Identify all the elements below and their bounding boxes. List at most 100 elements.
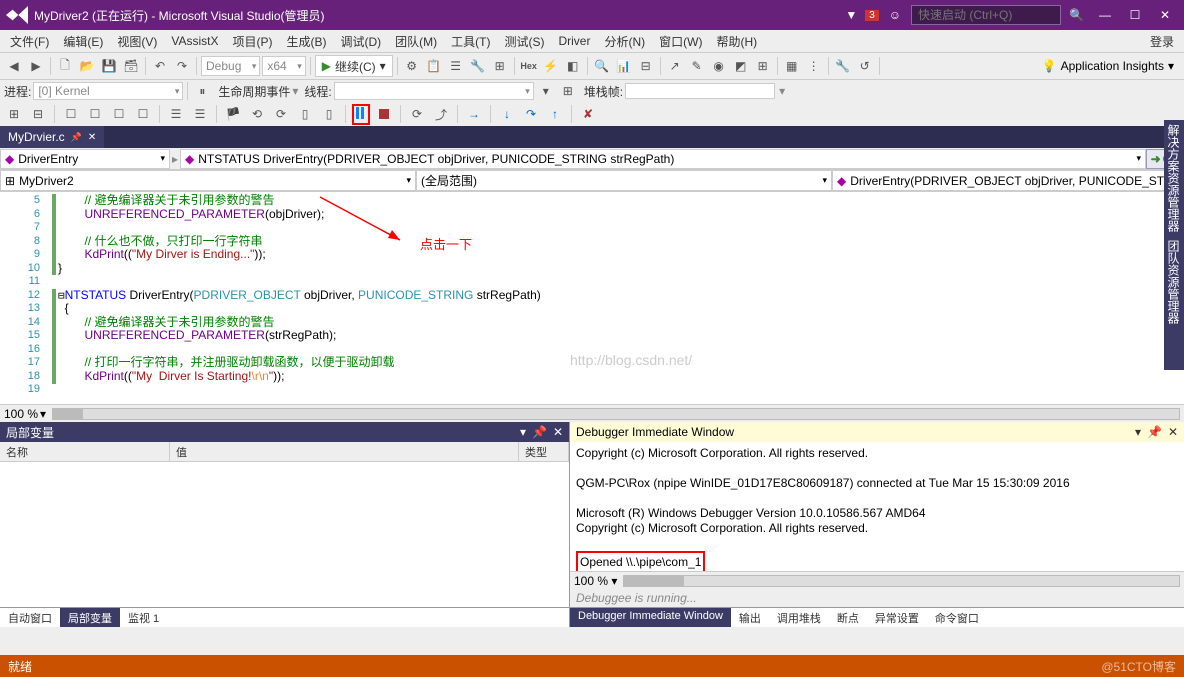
app-insights-button[interactable]: 💡Application Insights ▾ [1036, 59, 1180, 73]
nav-signature[interactable]: ◆NTSTATUS DriverEntry(PDRIVER_OBJECT obj… [180, 149, 1146, 169]
tb-icon[interactable]: ⊞ [753, 56, 773, 76]
tab-exceptions[interactable]: 异常设置 [867, 608, 927, 627]
menu-driver[interactable]: Driver [552, 32, 596, 50]
new-project-icon[interactable]: 🗋 [55, 56, 75, 76]
menu-view[interactable]: 视图(V) [111, 31, 163, 52]
scope-combo[interactable]: (全局范围) [416, 170, 832, 191]
function-combo[interactable]: ◆DriverEntry(PDRIVER_OBJECT objDriver, P… [832, 170, 1184, 191]
tb-icon[interactable]: 🔍 [592, 56, 612, 76]
menu-project[interactable]: 项目(P) [226, 31, 278, 52]
tb-icon[interactable]: ⟲ [247, 104, 267, 124]
stop-button[interactable] [374, 104, 394, 124]
config-combo[interactable]: Debug [201, 56, 260, 76]
menu-window[interactable]: 窗口(W) [653, 31, 708, 52]
tb-icon[interactable]: ✘ [578, 104, 598, 124]
tb-icon[interactable]: ☰ [446, 56, 466, 76]
step-icon[interactable]: → [464, 104, 484, 124]
platform-combo[interactable]: x64 [262, 56, 305, 76]
feedback-icon[interactable]: ☺ [889, 8, 901, 22]
tb-icon[interactable]: ⟳ [271, 104, 291, 124]
menu-test[interactable]: 测试(S) [498, 31, 550, 52]
tb-icon[interactable]: ☐ [133, 104, 153, 124]
code-editor[interactable]: 567 8910 111213 141516 171819 // 避免编译器关于… [0, 192, 1184, 404]
tb-icon[interactable]: ▯ [319, 104, 339, 124]
col-type[interactable]: 类型 [519, 442, 569, 461]
step-out-icon[interactable]: ↑ [545, 104, 565, 124]
tb-icon[interactable]: ✎ [687, 56, 707, 76]
close-icon[interactable]: ✕ [553, 425, 563, 439]
tab-output[interactable]: 输出 [731, 608, 769, 627]
process-combo[interactable]: [0] Kernel [33, 82, 183, 100]
pin-icon[interactable]: 📌 [532, 425, 547, 439]
menu-analyze[interactable]: 分析(N) [598, 31, 651, 52]
tb-icon[interactable]: 📊 [614, 56, 634, 76]
close-icon[interactable]: ✕ [1168, 425, 1178, 439]
login-link[interactable]: 登录 [1144, 31, 1180, 52]
tb-icon[interactable]: ⊞ [4, 104, 24, 124]
code-text[interactable]: // 避免编译器关于未引用参数的警告 UNREFERENCED_PARAMETE… [58, 192, 1184, 404]
tb-icon[interactable]: ⊞ [558, 81, 578, 101]
tab-close-icon[interactable]: ✕ [88, 132, 96, 143]
stackframe-input[interactable] [625, 83, 775, 99]
tb-icon[interactable]: ⟳ [407, 104, 427, 124]
tb-icon[interactable]: ◉ [709, 56, 729, 76]
tb-icon[interactable]: 🔧 [833, 56, 853, 76]
tb-icon[interactable]: ▦ [782, 56, 802, 76]
zoom-combo[interactable]: 100 % ▾ [4, 407, 46, 421]
tab-diw[interactable]: Debugger Immediate Window [570, 608, 731, 627]
nav-back-icon[interactable]: ◀ [4, 56, 24, 76]
minimize-button[interactable]: — [1092, 4, 1118, 26]
tb-icon[interactable]: ☐ [109, 104, 129, 124]
menu-help[interactable]: 帮助(H) [710, 31, 763, 52]
tb-icon[interactable]: ⤴ [431, 104, 451, 124]
saveall-icon[interactable]: 🗃 [121, 56, 141, 76]
tb-icon[interactable]: ⚡ [541, 56, 561, 76]
flag-icon[interactable]: 🏴 [223, 104, 243, 124]
tb-icon[interactable]: ↺ [855, 56, 875, 76]
tab-breakpoints[interactable]: 断点 [829, 608, 867, 627]
debugger-output[interactable]: Copyright (c) Microsoft Corporation. All… [570, 442, 1184, 571]
tab-cmdwin[interactable]: 命令窗口 [927, 608, 987, 627]
continue-button[interactable]: ▶继续(C) ▾ [315, 55, 393, 77]
locals-body[interactable] [0, 462, 569, 607]
tb-icon[interactable]: ☰ [166, 104, 186, 124]
tb-icon[interactable]: ⚙ [402, 56, 422, 76]
save-icon[interactable]: 💾 [99, 56, 119, 76]
notif-badge[interactable]: 3 [865, 10, 879, 21]
tb-icon[interactable]: ▾ [536, 81, 556, 101]
tab-autowin[interactable]: 自动窗口 [0, 608, 60, 627]
file-tab[interactable]: MyDrvier.c 📌 ✕ [0, 126, 104, 148]
rail-solution-explorer[interactable]: 解决方案资源管理器 [1166, 124, 1182, 232]
autohide-icon[interactable]: ▾ [1135, 425, 1141, 439]
menu-team[interactable]: 团队(M) [389, 31, 443, 52]
close-button[interactable]: ✕ [1152, 4, 1178, 26]
zoom-combo[interactable]: 100 % ▾ [574, 574, 617, 588]
menu-build[interactable]: 生成(B) [280, 31, 332, 52]
hex-icon[interactable]: Hex [519, 56, 539, 76]
tb-icon[interactable]: ☐ [85, 104, 105, 124]
tb-icon[interactable]: ⊟ [28, 104, 48, 124]
tab-watch1[interactable]: 监视 1 [120, 608, 167, 627]
flag-icon[interactable]: ▼ [845, 8, 857, 22]
rail-team-explorer[interactable]: 团队资源管理器 [1166, 240, 1182, 324]
tb-icon[interactable]: ⊟ [636, 56, 656, 76]
tb-icon[interactable]: ▯ [295, 104, 315, 124]
menu-edit[interactable]: 编辑(E) [57, 31, 109, 52]
tb-icon[interactable]: ◧ [563, 56, 583, 76]
pause-small-icon[interactable]: ⏸ [192, 81, 212, 101]
tb-icon[interactable]: 📋 [424, 56, 444, 76]
tb-icon[interactable]: ◩ [731, 56, 751, 76]
pin-icon[interactable]: 📌 [1147, 425, 1162, 439]
project-combo[interactable]: ⊞MyDriver2 [0, 170, 416, 191]
menu-tools[interactable]: 工具(T) [445, 31, 496, 52]
open-icon[interactable]: 📂 [77, 56, 97, 76]
nav-member-combo[interactable]: ◆DriverEntry [0, 149, 170, 169]
maximize-button[interactable]: ☐ [1122, 4, 1148, 26]
nav-fwd-icon[interactable]: ▶ [26, 56, 46, 76]
menu-file[interactable]: 文件(F) [4, 31, 55, 52]
hscrollbar[interactable] [52, 408, 1180, 420]
tb-icon[interactable]: ⊞ [490, 56, 510, 76]
tb-icon[interactable]: ↗ [665, 56, 685, 76]
col-name[interactable]: 名称 [0, 442, 170, 461]
step-over-icon[interactable]: ↷ [521, 104, 541, 124]
